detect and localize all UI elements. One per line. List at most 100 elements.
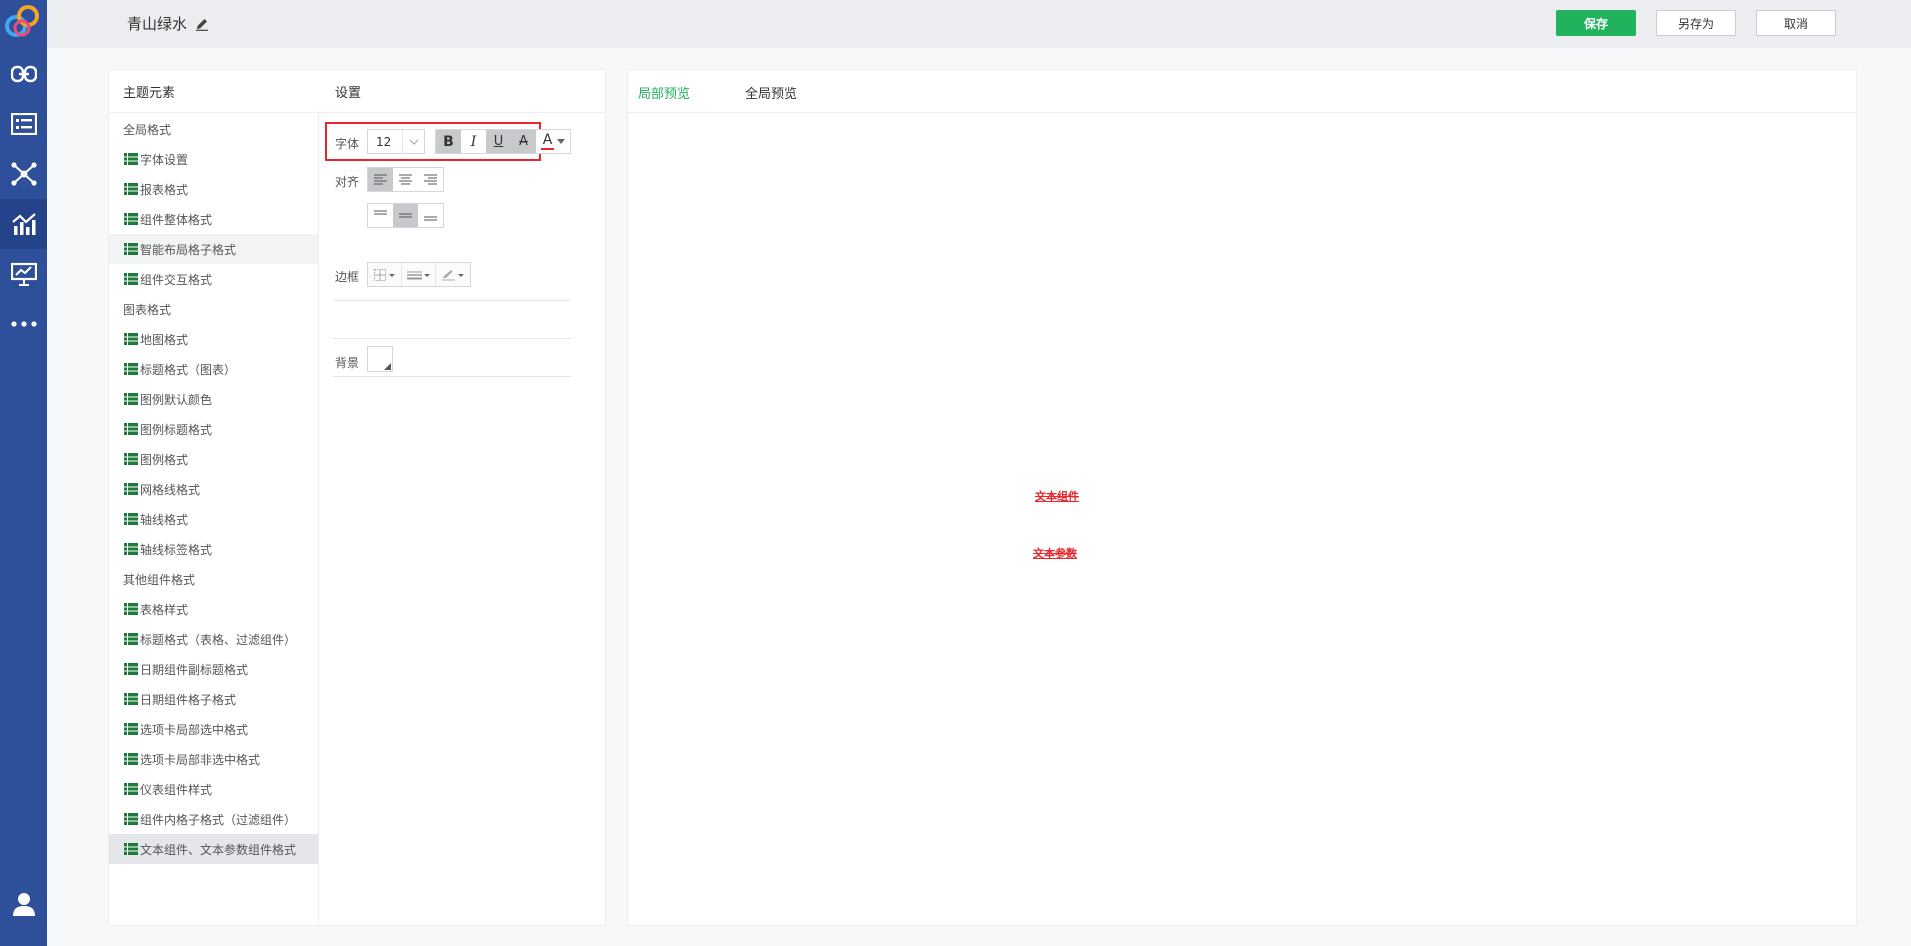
underline-button[interactable]: U <box>486 130 511 153</box>
border-line-dropdown[interactable] <box>402 263 436 286</box>
tree-item[interactable]: 选项卡局部选中格式 <box>109 714 318 744</box>
tree-item[interactable]: 报表格式 <box>109 174 318 204</box>
tree-item[interactable]: 网格线格式 <box>109 474 318 504</box>
tree-item[interactable]: 组件交互格式 <box>109 264 318 294</box>
tree-item-label: 选项卡局部选中格式 <box>140 722 249 737</box>
preview-text-component: 文本组件 <box>1035 490 1079 503</box>
save-button[interactable]: 保存 <box>1556 10 1636 36</box>
align-middle-icon[interactable] <box>393 204 418 227</box>
tree-item[interactable]: 组件整体格式 <box>109 204 318 234</box>
tree-group[interactable]: 全局格式 <box>109 114 318 144</box>
theme-elements-header: 主题元素 <box>109 70 319 113</box>
tree-item-label: 标题格式（图表） <box>140 362 237 377</box>
tree-item-label: 地图格式 <box>140 332 189 347</box>
tree-item[interactable]: 图例标题格式 <box>109 414 318 444</box>
tree-group[interactable]: 其他组件格式 <box>109 564 318 594</box>
pen-color-icon <box>442 269 464 280</box>
font-color-glyph: A <box>542 131 553 148</box>
theme-title-text: 青山绿水 <box>127 15 188 33</box>
settings-header: 设置 <box>319 70 606 113</box>
tree-item[interactable]: 字体设置 <box>109 144 318 174</box>
tree-item[interactable]: 轴线格式 <box>109 504 318 534</box>
align-center-icon[interactable] <box>393 168 418 191</box>
table-grid-icon <box>124 663 138 675</box>
tree-item-label: 图表格式 <box>123 302 172 317</box>
border-group <box>367 262 471 287</box>
font-color-button[interactable]: A <box>536 130 570 153</box>
cancel-button[interactable]: 取消 <box>1756 10 1836 36</box>
app-logo-icon[interactable] <box>3 2 45 42</box>
tree-item-label: 轴线格式 <box>140 512 189 527</box>
table-grid-icon <box>124 453 138 465</box>
tree-item-label: 组件内格子格式（过滤组件） <box>140 812 297 827</box>
tree-item[interactable]: 仪表组件样式 <box>109 774 318 804</box>
tree-item[interactable]: 组件内格子格式（过滤组件） <box>109 804 318 834</box>
tree-item[interactable]: 日期组件副标题格式 <box>109 654 318 684</box>
border-color-dropdown[interactable] <box>436 263 470 286</box>
tree-item[interactable]: 图例默认颜色 <box>109 384 318 414</box>
nav-user-icon[interactable] <box>0 879 47 929</box>
tree-item-label: 表格样式 <box>140 602 189 617</box>
nav-analytics-icon[interactable] <box>0 199 47 249</box>
border-style-dropdown[interactable] <box>368 263 402 286</box>
align-bottom-icon[interactable] <box>418 204 443 227</box>
tree-item-label: 日期组件副标题格式 <box>140 662 249 677</box>
tree-item[interactable]: 表格样式 <box>109 594 318 624</box>
tree-item-label: 组件整体格式 <box>140 212 213 227</box>
top-bar: 青山绿水 保存 另存为 取消 <box>47 0 1911 48</box>
table-grid-icon <box>124 543 138 555</box>
edit-pencil-icon[interactable] <box>195 17 209 31</box>
table-grid-icon <box>124 423 138 435</box>
table-grid-icon <box>124 843 138 855</box>
table-grid-icon <box>124 603 138 615</box>
font-size-select[interactable]: 12 <box>367 129 425 154</box>
table-grid-icon <box>124 393 138 405</box>
nav-list-icon[interactable] <box>0 99 47 149</box>
nav-more-icon[interactable] <box>0 299 47 349</box>
tree-item[interactable]: 日期组件格子格式 <box>109 684 318 714</box>
tree-item-label: 图例格式 <box>140 452 189 467</box>
nav-presentation-icon[interactable] <box>0 249 47 299</box>
background-color-swatch[interactable] <box>367 346 393 372</box>
tree-item-label: 轴线标签格式 <box>140 542 213 557</box>
tree-item-label: 标题格式（表格、过滤组件） <box>140 632 297 647</box>
tree-item[interactable]: 选项卡局部非选中格式 <box>109 744 318 774</box>
tree-item[interactable]: 文本组件、文本参数组件格式 <box>109 834 318 864</box>
tree-item-label: 其他组件格式 <box>123 572 196 587</box>
font-label: 字体 <box>335 137 360 151</box>
table-grid-icon <box>124 633 138 645</box>
tab-local-preview[interactable]: 局部预览 <box>638 83 690 102</box>
align-right-icon[interactable] <box>418 168 443 191</box>
align-left-icon[interactable] <box>368 168 393 191</box>
preview-text-param: 文本参数 <box>1033 547 1077 560</box>
tree-item-label: 字体设置 <box>140 152 189 167</box>
settings-divider <box>333 300 571 301</box>
nav-network-icon[interactable] <box>0 149 47 199</box>
align-label: 对齐 <box>335 175 360 189</box>
nav-link-icon[interactable] <box>0 49 47 99</box>
tree-item[interactable]: 图例格式 <box>109 444 318 474</box>
table-grid-icon <box>124 333 138 345</box>
strikethrough-button[interactable]: A <box>511 130 536 153</box>
tab-global-preview[interactable]: 全局预览 <box>745 83 797 102</box>
table-grid-icon <box>124 783 138 795</box>
table-grid-icon <box>124 483 138 495</box>
tree-item[interactable]: 智能布局格子格式 <box>109 234 318 264</box>
tree-item-label: 网格线格式 <box>140 482 201 497</box>
tree-item[interactable]: 标题格式（表格、过滤组件） <box>109 624 318 654</box>
tree-item[interactable]: 轴线标签格式 <box>109 534 318 564</box>
tree-item-label: 图例默认颜色 <box>140 392 213 407</box>
tree-group[interactable]: 图表格式 <box>109 294 318 324</box>
horizontal-align-group <box>367 167 444 192</box>
tree-item-label: 仪表组件样式 <box>140 782 213 797</box>
tree-item-label: 报表格式 <box>140 182 189 197</box>
line-style-icon <box>406 271 430 279</box>
align-top-icon[interactable] <box>368 204 393 227</box>
tree-item[interactable]: 地图格式 <box>109 324 318 354</box>
tree-item[interactable]: 标题格式（图表） <box>109 354 318 384</box>
vertical-align-group <box>367 203 444 228</box>
italic-button[interactable]: I <box>461 130 486 153</box>
table-grid-icon <box>124 183 138 195</box>
bold-button[interactable]: B <box>436 130 461 153</box>
save-as-button[interactable]: 另存为 <box>1656 10 1736 36</box>
